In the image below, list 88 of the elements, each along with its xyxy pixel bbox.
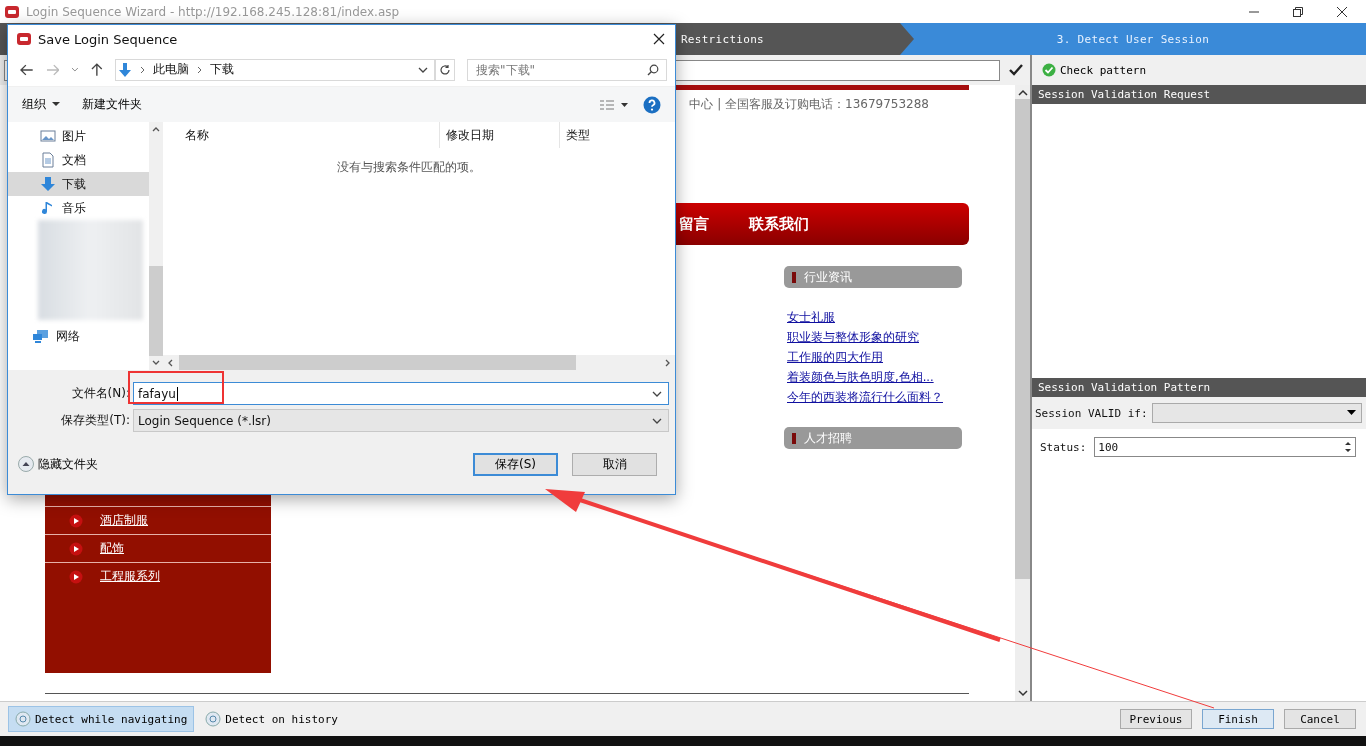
scroll-right-icon[interactable] <box>665 358 671 367</box>
collapse-icon <box>18 456 34 472</box>
new-folder-button[interactable]: 新建文件夹 <box>78 92 146 118</box>
section-header: Session Validation Pattern <box>1032 378 1366 397</box>
close-icon[interactable] <box>1336 5 1348 18</box>
news-link[interactable]: 今年的西装将流行什么面料？ <box>787 389 962 405</box>
app-icon <box>16 31 32 48</box>
address-bar[interactable]: 此电脑 下载 <box>114 58 436 81</box>
download-arrow-icon <box>40 176 56 193</box>
section-header: Session Validation Request <box>1032 85 1366 104</box>
help-icon[interactable] <box>643 95 661 114</box>
download-arrow-icon <box>117 61 132 78</box>
scroll-down-icon[interactable] <box>152 360 160 366</box>
spin-arrows-icon[interactable] <box>1343 439 1353 455</box>
app-icon <box>4 3 20 20</box>
close-icon[interactable] <box>653 33 665 46</box>
breadcrumb-item[interactable]: 下载 <box>209 61 234 79</box>
search-field[interactable]: 搜索"下载" <box>467 58 667 81</box>
dialog-title: Save Login Sequence <box>38 31 178 47</box>
file-name-field[interactable]: fafayu <box>133 382 669 405</box>
back-icon[interactable] <box>20 63 34 76</box>
nav-item[interactable]: 图片 <box>8 124 149 149</box>
scrollbar[interactable] <box>1015 85 1030 701</box>
picture-icon <box>40 128 56 145</box>
menu-link[interactable]: 酒店制服 <box>100 512 148 529</box>
hide-folders-button[interactable]: 隐藏文件夹 <box>18 455 98 473</box>
wizard-step: 3. Detect User Session <box>900 23 1366 55</box>
news-link[interactable]: 职业装与整体形象的研究 <box>787 329 962 345</box>
dialog-button[interactable]: 保存(S) <box>473 452 558 476</box>
window-title: Login Sequence Wizard - http://192.168.245.128:81/index.asp <box>26 4 400 19</box>
mode-button[interactable]: Detect on history <box>198 706 345 732</box>
check-pattern-button[interactable]: Check pattern <box>1042 63 1147 77</box>
field-label: 保存类型(T): <box>60 412 130 429</box>
field-label: Session VALID if: <box>1035 406 1148 420</box>
checkmark-icon[interactable] <box>1008 63 1024 77</box>
nav-item[interactable]: 文档 <box>8 148 149 173</box>
scroll-down-icon[interactable] <box>1017 689 1028 697</box>
document-icon <box>40 152 56 169</box>
up-icon[interactable] <box>91 62 103 77</box>
play-icon <box>69 513 83 528</box>
organize-button[interactable]: 组织 <box>18 92 64 118</box>
breadcrumb-item[interactable]: 此电脑 <box>152 61 189 79</box>
refresh-icon[interactable] <box>435 58 455 81</box>
field-label: Status: <box>1040 440 1087 454</box>
section-header: 人才招聘 <box>784 427 962 449</box>
empty-message: 没有与搜索条件匹配的项。 <box>337 159 481 177</box>
news-link[interactable]: 女士礼服 <box>787 309 962 325</box>
nav-link[interactable]: 留言 <box>679 214 709 234</box>
mode-button[interactable]: Detect while navigating <box>8 706 195 732</box>
check-circle-icon <box>1042 63 1056 77</box>
column-header[interactable]: 类型 <box>560 122 675 149</box>
scrollbar[interactable] <box>149 122 163 370</box>
caret-icon[interactable] <box>71 66 80 73</box>
column-header[interactable]: 修改日期 <box>440 122 560 149</box>
field-label: 文件名(N): <box>70 385 130 402</box>
nav-item[interactable]: 下载 <box>8 172 149 197</box>
caret-icon <box>52 102 60 108</box>
news-link[interactable]: 工作服的四大作用 <box>787 349 962 365</box>
wizard-button[interactable]: Cancel <box>1284 709 1356 729</box>
dialog-button[interactable]: 取消 <box>572 452 657 476</box>
news-link[interactable]: 着装颜色与肤色明度,色相... <box>787 369 962 385</box>
section-header: 行业资讯 <box>784 266 962 288</box>
scroll-up-icon[interactable] <box>152 126 160 133</box>
target-icon <box>205 711 222 727</box>
column-header[interactable]: 名称 <box>163 122 440 149</box>
wizard-button[interactable]: Previous <box>1120 709 1192 729</box>
status-spinbox[interactable]: 100 <box>1094 437 1356 457</box>
menu-link[interactable]: 配饰 <box>100 540 124 557</box>
scrollbar[interactable] <box>163 355 675 370</box>
search-icon[interactable] <box>647 63 659 76</box>
target-icon <box>15 711 31 727</box>
play-icon <box>69 569 83 584</box>
header-text: 中心 | 全国客服及订购电话：13679753288 <box>689 96 929 113</box>
file-type-dropdown[interactable]: Login Sequence (*.lsr) <box>133 409 669 432</box>
play-icon <box>69 541 83 556</box>
view-options-icon[interactable] <box>599 98 629 111</box>
chevron-icon[interactable] <box>196 65 202 74</box>
nav-item[interactable]: 音乐 <box>8 196 149 221</box>
scroll-up-icon[interactable] <box>1017 89 1028 97</box>
menu-link[interactable]: 工程服系列 <box>100 568 160 585</box>
restore-icon[interactable] <box>1292 5 1304 18</box>
chevron-icon[interactable] <box>139 65 145 74</box>
scroll-left-icon[interactable] <box>167 358 173 367</box>
network-icon <box>32 328 50 345</box>
nav-link[interactable]: 联系我们 <box>749 214 809 234</box>
nav-item[interactable]: 网络 <box>8 324 149 349</box>
dropdown-arrow-icon <box>1347 410 1356 416</box>
wizard-button[interactable]: Finish <box>1202 709 1274 729</box>
